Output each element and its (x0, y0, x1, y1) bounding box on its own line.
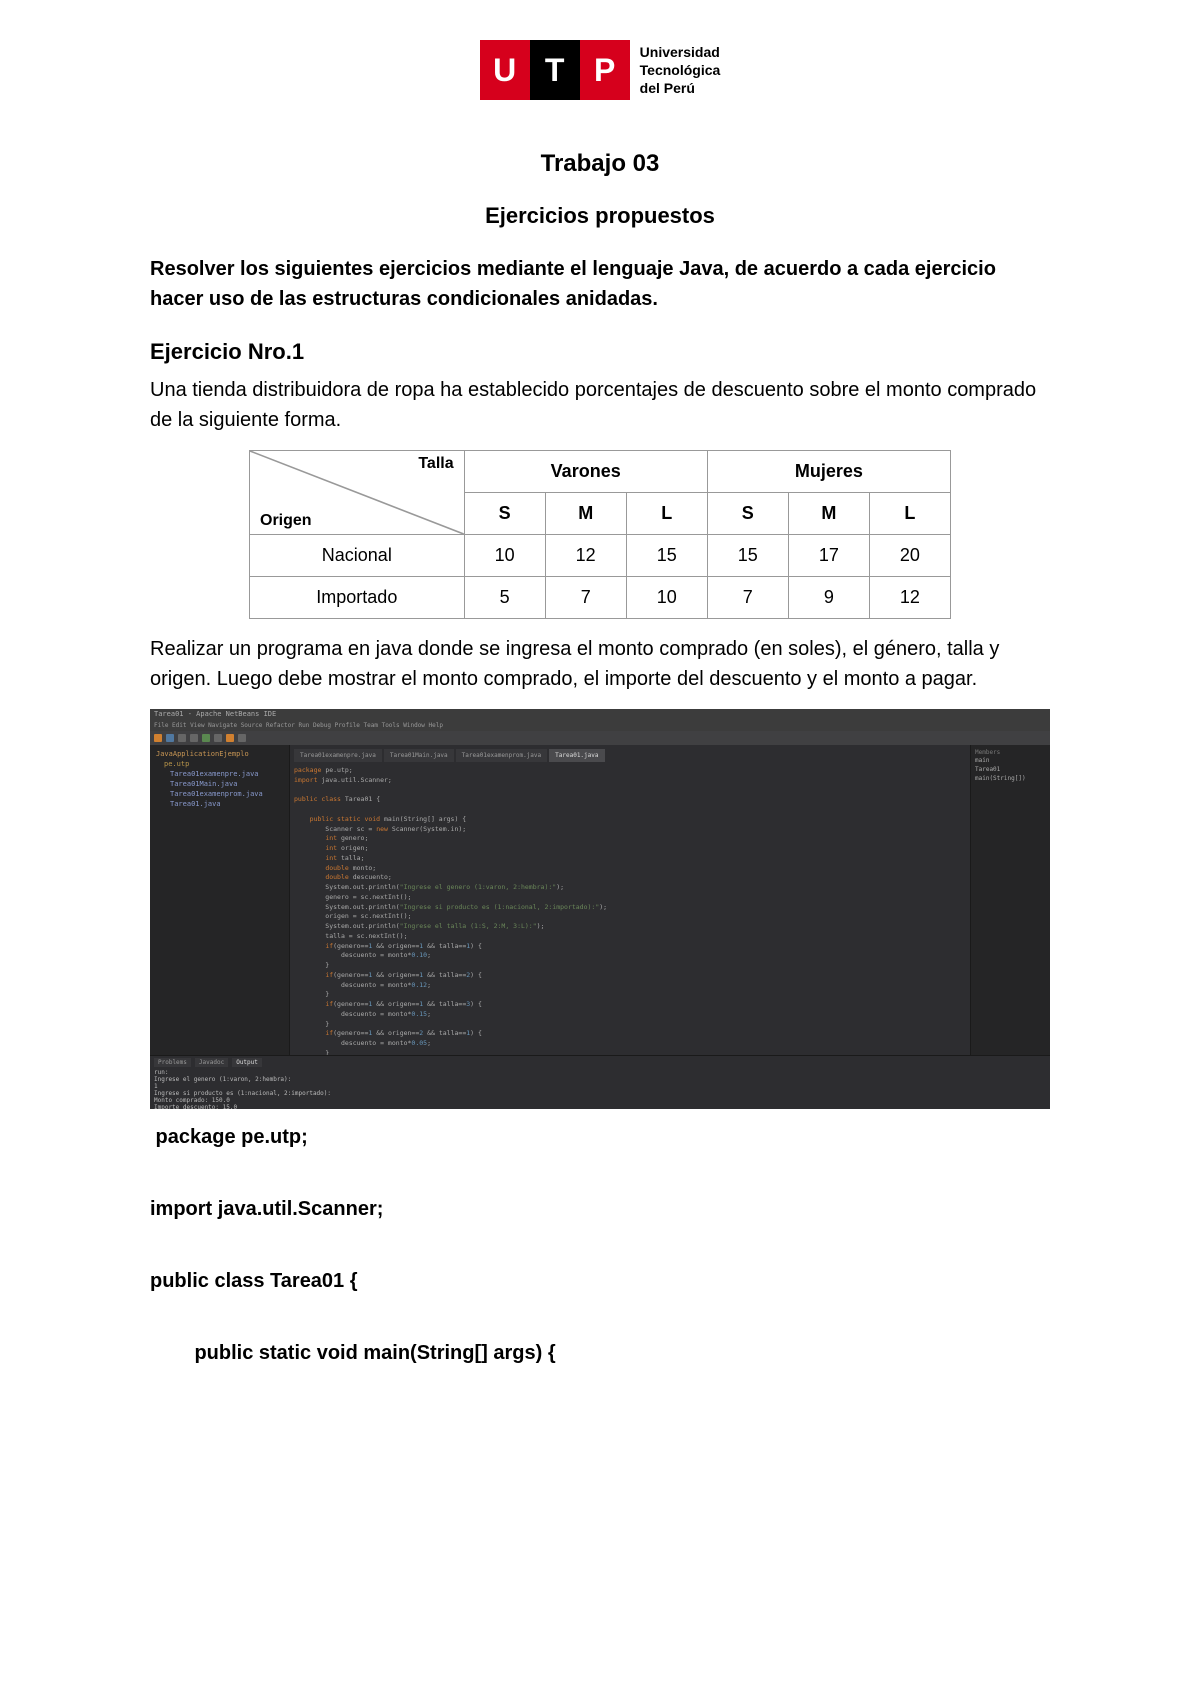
table-row: Nacional 10 12 15 15 17 20 (250, 535, 951, 577)
code-line: package pe.utp; (150, 1126, 308, 1148)
ide-outline[interactable]: Members main Tarea01 main(String[]) (970, 745, 1050, 1055)
toolbar-icon[interactable] (166, 734, 174, 742)
logo-header: U T P Universidad Tecnológica del Perú (150, 40, 1050, 100)
code-snippet: package pe.utp; import java.util.Scanner… (150, 1119, 1050, 1371)
ide-screenshot: Tarea01 - Apache NetBeans IDE File Edit … (150, 709, 1050, 1109)
page-subtitle: Ejercicios propuestos (150, 203, 1050, 229)
header-v-m: M (545, 493, 626, 535)
header-varones: Varones (464, 451, 707, 493)
output-tab-active[interactable]: Output (232, 1058, 262, 1067)
cell: 12 (545, 535, 626, 577)
editor-tabs: Tarea01examenpre.java Tarea01Main.java T… (294, 749, 966, 762)
header-m-s: S (707, 493, 788, 535)
cell: 7 (545, 577, 626, 619)
code-line: public static void main(String[] args) { (150, 1342, 556, 1364)
cell: 10 (464, 535, 545, 577)
outline-item[interactable]: main(String[]) (975, 774, 1046, 783)
exercise1-outro: Realizar un programa en java donde se in… (150, 634, 1050, 694)
header-v-l: L (626, 493, 707, 535)
logo-letter-u: U (480, 40, 530, 100)
row-label: Nacional (250, 535, 465, 577)
tree-file[interactable]: Tarea01.java (154, 799, 285, 809)
ide-body: JavaApplicationEjemplo pe.utp Tarea01exa… (150, 745, 1050, 1055)
ide-menubar: File Edit View Navigate Source Refactor … (150, 721, 1050, 731)
header-m-l: L (869, 493, 950, 535)
header-origen: Origen (260, 512, 312, 530)
cell: 15 (626, 535, 707, 577)
logo-line3: del Perú (640, 79, 721, 97)
output-content: run: Ingrese el genero (1:varon, 2:hembr… (154, 1069, 1046, 1109)
toolbar-icon[interactable] (226, 734, 234, 742)
logo-text: Universidad Tecnológica del Perú (640, 43, 721, 98)
cell: 5 (464, 577, 545, 619)
tree-root[interactable]: JavaApplicationEjemplo (154, 749, 285, 759)
editor-tab-active[interactable]: Tarea01.java (549, 749, 604, 762)
editor-tab[interactable]: Tarea01examenpre.java (294, 749, 382, 762)
cell: 7 (707, 577, 788, 619)
ide-titlebar: Tarea01 - Apache NetBeans IDE (150, 709, 1050, 721)
ide-editor[interactable]: Tarea01examenpre.java Tarea01Main.java T… (290, 745, 970, 1055)
discount-table: Talla Origen Varones Mujeres S M L S M L… (249, 450, 951, 619)
code-line: import java.util.Scanner; (150, 1198, 383, 1220)
cell: 20 (869, 535, 950, 577)
output-tabs: Problems Javadoc Output (154, 1058, 1046, 1067)
header-v-s: S (464, 493, 545, 535)
logo-line2: Tecnológica (640, 61, 721, 79)
toolbar-icon[interactable] (178, 734, 186, 742)
table-diagonal-header: Talla Origen (250, 451, 465, 535)
toolbar-icon[interactable] (190, 734, 198, 742)
ide-toolbar (150, 731, 1050, 745)
outline-item[interactable]: Tarea01 (975, 765, 1046, 774)
ide-output-panel[interactable]: Problems Javadoc Output run: Ingrese el … (150, 1055, 1050, 1109)
header-talla: Talla (418, 455, 453, 473)
toolbar-icon[interactable] (238, 734, 246, 742)
logo-letter-p: P (580, 40, 630, 100)
toolbar-icon[interactable] (154, 734, 162, 742)
cell: 12 (869, 577, 950, 619)
page-title: Trabajo 03 (150, 150, 1050, 178)
cell: 9 (788, 577, 869, 619)
output-tab[interactable]: Problems (154, 1058, 191, 1067)
cell: 10 (626, 577, 707, 619)
outline-item[interactable]: main (975, 756, 1046, 765)
instructions: Resolver los siguientes ejercicios media… (150, 254, 1050, 314)
tree-file[interactable]: Tarea01examenpre.java (154, 769, 285, 779)
toolbar-icon[interactable] (214, 734, 222, 742)
tree-pkg[interactable]: pe.utp (154, 759, 285, 769)
header-mujeres: Mujeres (707, 451, 950, 493)
logo-blocks: U T P (480, 40, 630, 100)
cell: 17 (788, 535, 869, 577)
editor-tab[interactable]: Tarea01examenprom.java (456, 749, 547, 762)
exercise1-intro: Una tienda distribuidora de ropa ha esta… (150, 375, 1050, 435)
logo-letter-t: T (530, 40, 580, 100)
editor-code[interactable]: package pe.utp; import java.util.Scanner… (294, 766, 966, 1055)
tree-file[interactable]: Tarea01Main.java (154, 779, 285, 789)
row-label: Importado (250, 577, 465, 619)
header-m-m: M (788, 493, 869, 535)
exercise1-heading: Ejercicio Nro.1 (150, 339, 1050, 365)
logo-line1: Universidad (640, 43, 721, 61)
table-row: Importado 5 7 10 7 9 12 (250, 577, 951, 619)
editor-tab[interactable]: Tarea01Main.java (384, 749, 454, 762)
outline-header: Members (975, 749, 1046, 756)
code-line: public class Tarea01 { (150, 1270, 358, 1292)
toolbar-run-icon[interactable] (202, 734, 210, 742)
tree-file[interactable]: Tarea01examenprom.java (154, 789, 285, 799)
output-tab[interactable]: Javadoc (195, 1058, 228, 1067)
ide-project-tree[interactable]: JavaApplicationEjemplo pe.utp Tarea01exa… (150, 745, 290, 1055)
cell: 15 (707, 535, 788, 577)
